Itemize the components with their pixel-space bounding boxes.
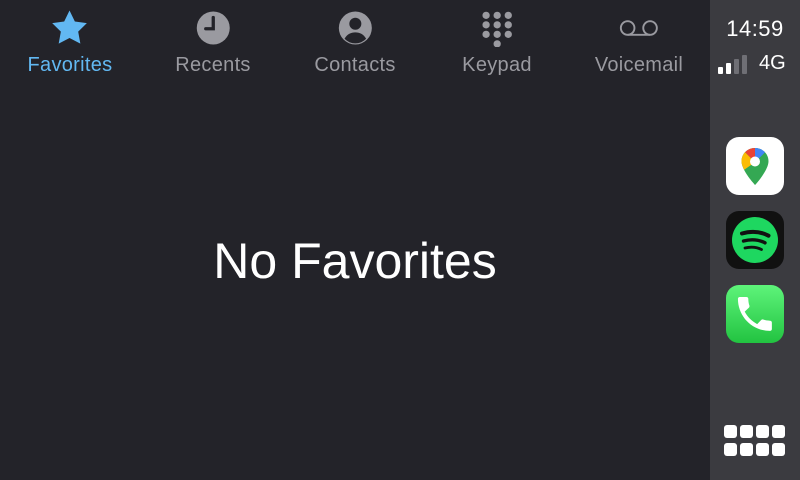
app-grid-button[interactable] [724, 425, 786, 459]
carplay-dock: 14:59 4G [710, 0, 800, 480]
phone-icon [737, 296, 772, 331]
google-maps-icon [741, 148, 769, 185]
tab-voicemail-label: Voicemail [594, 54, 684, 76]
signal-strength-icon [718, 52, 798, 74]
person-circle-icon [335, 8, 375, 48]
tab-bar: Favorites Recents Contacts Keypad Voicem… [0, 0, 710, 86]
spotify-app[interactable] [726, 211, 784, 269]
tab-contacts[interactable]: Contacts [314, 8, 395, 80]
empty-state-message: No Favorites [213, 233, 497, 289]
tab-favorites[interactable]: Favorites [28, 8, 113, 80]
phone-app-main: Favorites Recents Contacts Keypad Voicem… [0, 0, 710, 480]
tab-voicemail[interactable]: Voicemail [595, 8, 683, 80]
tab-recents-label: Recents [175, 54, 251, 76]
google-maps-app[interactable] [726, 137, 784, 195]
status-time: 14:59 [726, 16, 784, 41]
spotify-icon [732, 217, 778, 263]
star-icon [50, 8, 90, 48]
tab-keypad-label: Keypad [462, 54, 532, 76]
voicemail-icon [619, 8, 659, 48]
clock-icon [193, 8, 233, 48]
tab-keypad[interactable]: Keypad [462, 8, 532, 80]
tab-contacts-label: Contacts [314, 54, 396, 76]
keypad-icon [477, 8, 517, 48]
network-type: 4G [759, 52, 786, 74]
tab-favorites-label: Favorites [27, 54, 113, 76]
tab-recents[interactable]: Recents [175, 8, 250, 80]
phone-app[interactable] [726, 285, 784, 343]
